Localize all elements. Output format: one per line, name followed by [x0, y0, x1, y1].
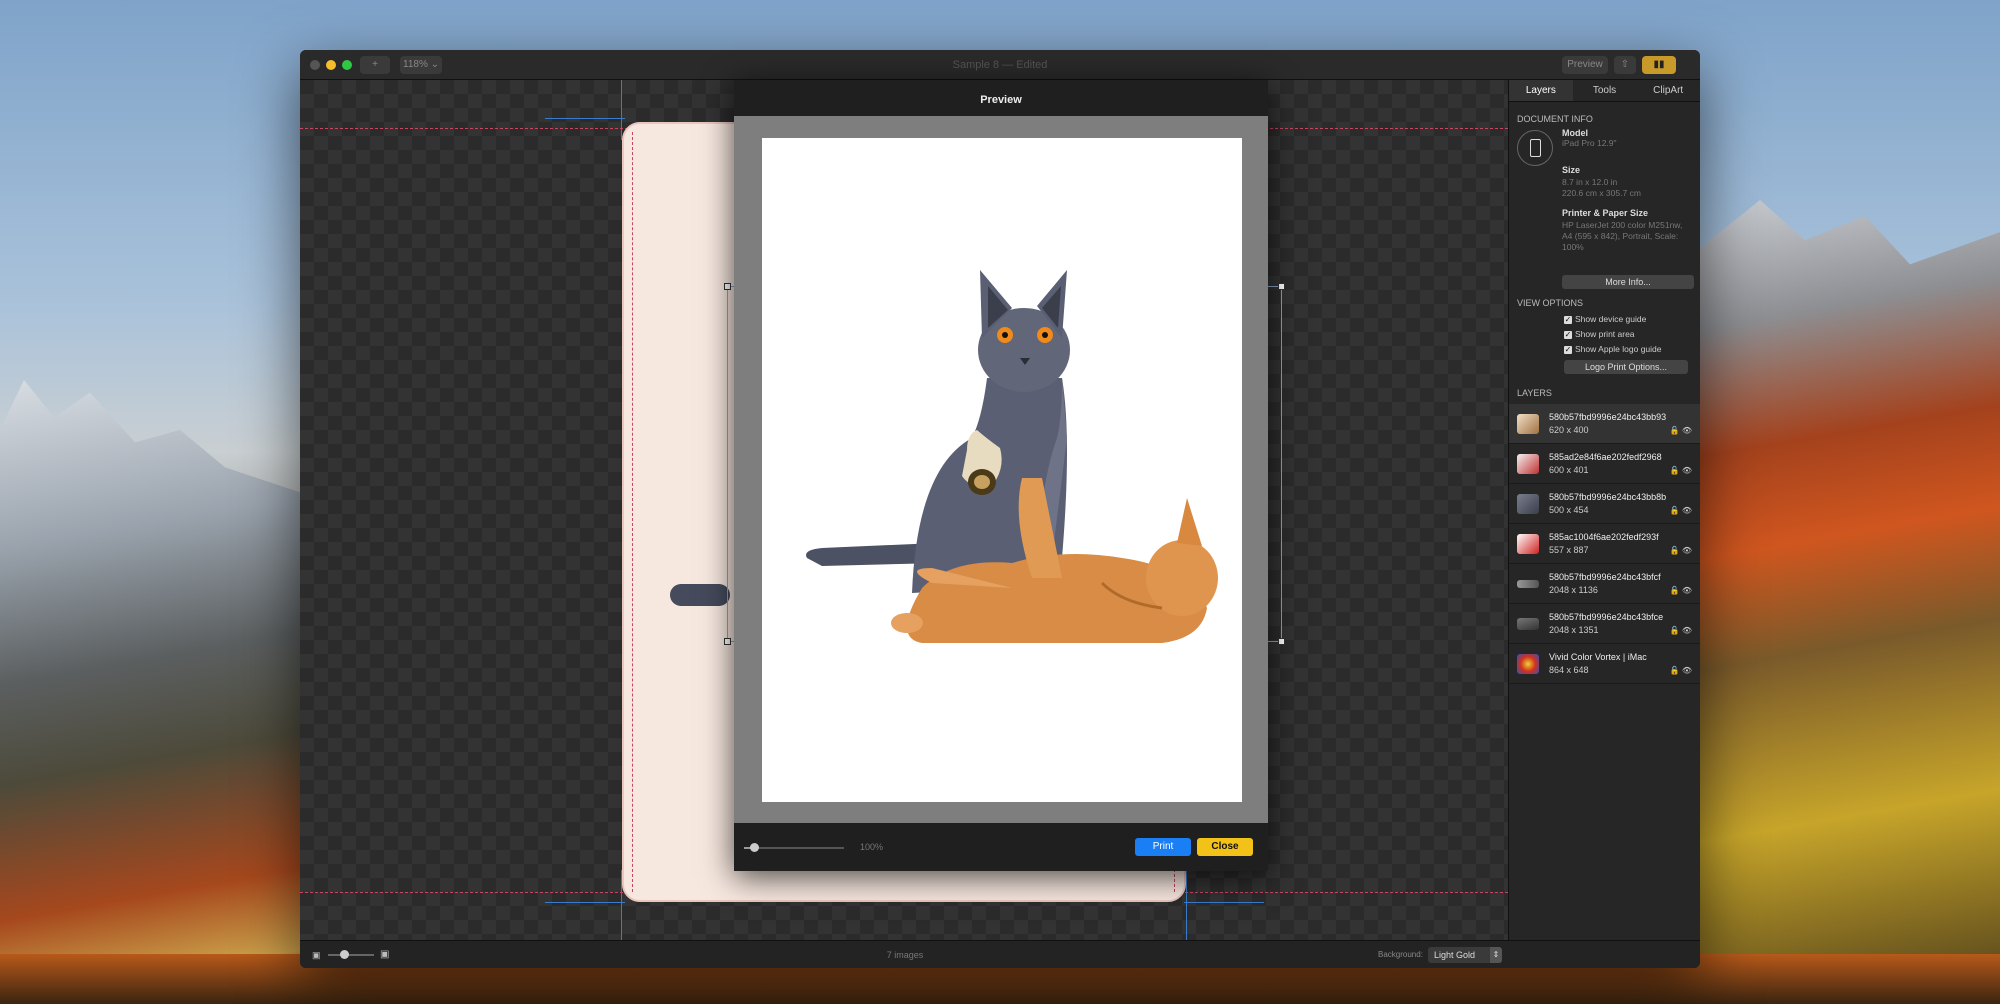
- print-button[interactable]: Print: [1135, 838, 1191, 856]
- layer-item[interactable]: 585ad2e84f6ae202fedf2968 600 x 401 🔓👁: [1509, 444, 1700, 484]
- lock-visibility-icons[interactable]: 🔓👁: [1670, 506, 1694, 515]
- document-info-title: DOCUMENT INFO: [1517, 114, 1593, 124]
- image-count: 7 images: [886, 950, 924, 960]
- lock-visibility-icons[interactable]: 🔓👁: [1670, 546, 1694, 555]
- checkbox-checked-icon: ✓: [1564, 344, 1572, 354]
- sidebar-tabs: Layers Tools ClipArt: [1509, 80, 1700, 102]
- lock-visibility-icons[interactable]: 🔓👁: [1670, 666, 1694, 675]
- layer-item[interactable]: Vivid Color Vortex | iMac 864 x 648 🔓👁: [1509, 644, 1700, 684]
- background-select[interactable]: Light Gold ⇕: [1428, 947, 1502, 963]
- window-title: Sample 8 — Edited: [952, 59, 1048, 71]
- size-inches: 8.7 in x 12.0 in: [1562, 177, 1618, 187]
- view-options-title: VIEW OPTIONS: [1517, 298, 1584, 308]
- resize-handle[interactable]: [1278, 283, 1285, 290]
- printer-line: HP LaserJet 200 color M251nw,: [1562, 220, 1683, 230]
- titlebar: + 118% ⌄ Sample 8 — Edited Preview ⇧ ▮▮: [300, 50, 1700, 80]
- resize-handle[interactable]: [724, 283, 731, 290]
- preview-zoom-value: 100%: [860, 842, 884, 852]
- model-label: Model: [1562, 128, 1588, 138]
- lock-visibility-icons[interactable]: 🔓👁: [1670, 426, 1694, 435]
- model-value: iPad Pro 12.9": [1562, 138, 1617, 148]
- layer-thumbnail: [1517, 654, 1539, 674]
- lock-visibility-icons[interactable]: 🔓👁: [1670, 586, 1694, 595]
- device-inner-guide: [632, 132, 633, 892]
- print-paper: [762, 138, 1242, 802]
- preview-title: Preview: [980, 94, 1022, 106]
- layer-thumbnail: [1517, 580, 1539, 588]
- cat-tail-image[interactable]: [670, 584, 730, 606]
- status-bar: ▣ ▣ 7 images Background: Light Gold ⇕: [300, 940, 1700, 968]
- preview-footer: 100% Print Close: [734, 823, 1268, 871]
- checkbox-checked-icon: ✓: [1564, 329, 1572, 339]
- printer-line: A4 (595 x 842), Portrait, Scale:: [1562, 231, 1679, 241]
- lock-visibility-icons[interactable]: 🔓👁: [1670, 626, 1694, 635]
- close-button[interactable]: Close: [1197, 838, 1253, 856]
- resize-handle[interactable]: [1278, 638, 1285, 645]
- slider-knob[interactable]: [750, 843, 759, 852]
- wallpaper-mountains-left: [0, 380, 300, 1004]
- lock-visibility-icons[interactable]: 🔓👁: [1670, 466, 1694, 475]
- layer-thumbnail: [1517, 414, 1539, 434]
- preview-area: [734, 116, 1268, 823]
- preview-button[interactable]: Preview: [1562, 56, 1608, 74]
- show-device-guide-checkbox[interactable]: ✓ Show device guide: [1564, 312, 1700, 327]
- share-icon: ⇧: [1620, 59, 1630, 70]
- crop-mark: [545, 902, 625, 903]
- resize-handle[interactable]: [724, 638, 731, 645]
- size-cm: 220.6 cm x 305.7 cm: [1562, 188, 1641, 198]
- layer-item[interactable]: 580b57fbd9996e24bc43bb93 620 x 400 🔓👁: [1509, 404, 1700, 444]
- share-button[interactable]: ⇧: [1614, 56, 1636, 74]
- layer-thumbnail: [1517, 494, 1539, 514]
- layer-item[interactable]: 585ac1004f6ae202fedf293f 557 x 887 🔓👁: [1509, 524, 1700, 564]
- tab-clipart[interactable]: ClipArt: [1636, 80, 1700, 101]
- more-info-button[interactable]: More Info...: [1562, 275, 1694, 289]
- crop-mark: [621, 80, 622, 140]
- background-label: Background:: [1378, 950, 1423, 959]
- wallpaper-mountains-right: [1700, 200, 2000, 1004]
- layer-item[interactable]: 580b57fbd9996e24bc43bb8b 500 x 454 🔓👁: [1509, 484, 1700, 524]
- layers-title: LAYERS: [1517, 388, 1552, 398]
- layer-item[interactable]: 580b57fbd9996e24bc43bfcf 2048 x 1136 🔓👁: [1509, 564, 1700, 604]
- printer-line: 100%: [1562, 242, 1584, 252]
- preview-dialog: Preview 100% Print Close: [734, 80, 1268, 871]
- layer-item[interactable]: 580b57fbd9996e24bc43bfce 2048 x 1351 🔓👁: [1509, 604, 1700, 644]
- show-apple-logo-checkbox[interactable]: ✓ Show Apple logo guide: [1564, 342, 1700, 357]
- preview-cats-image: [806, 270, 1218, 643]
- layer-thumbnail: [1517, 618, 1539, 630]
- checkbox-checked-icon: ✓: [1564, 314, 1572, 324]
- logo-print-options-button[interactable]: Logo Print Options...: [1564, 360, 1688, 374]
- inspector-sidebar: Layers Tools ClipArt DOCUMENT INFO Model…: [1508, 80, 1700, 940]
- layer-thumbnail: [1517, 454, 1539, 474]
- crop-mark: [1184, 902, 1264, 903]
- sidebar-icon: ▮▮: [1653, 59, 1665, 70]
- sidebar-toggle-button[interactable]: ▮▮: [1642, 56, 1676, 74]
- crop-mark: [545, 118, 625, 119]
- chevron-updown-icon: ⇕: [1490, 947, 1502, 963]
- printer-label: Printer & Paper Size: [1562, 208, 1649, 218]
- layer-thumbnail: [1517, 534, 1539, 554]
- preview-zoom-slider[interactable]: [744, 843, 844, 852]
- crop-mark: [1186, 870, 1187, 940]
- tab-tools[interactable]: Tools: [1573, 80, 1637, 101]
- size-label: Size: [1562, 165, 1581, 175]
- device-icon: [1517, 130, 1553, 166]
- tab-layers[interactable]: Layers: [1509, 80, 1573, 101]
- show-print-area-checkbox[interactable]: ✓ Show print area: [1564, 327, 1700, 342]
